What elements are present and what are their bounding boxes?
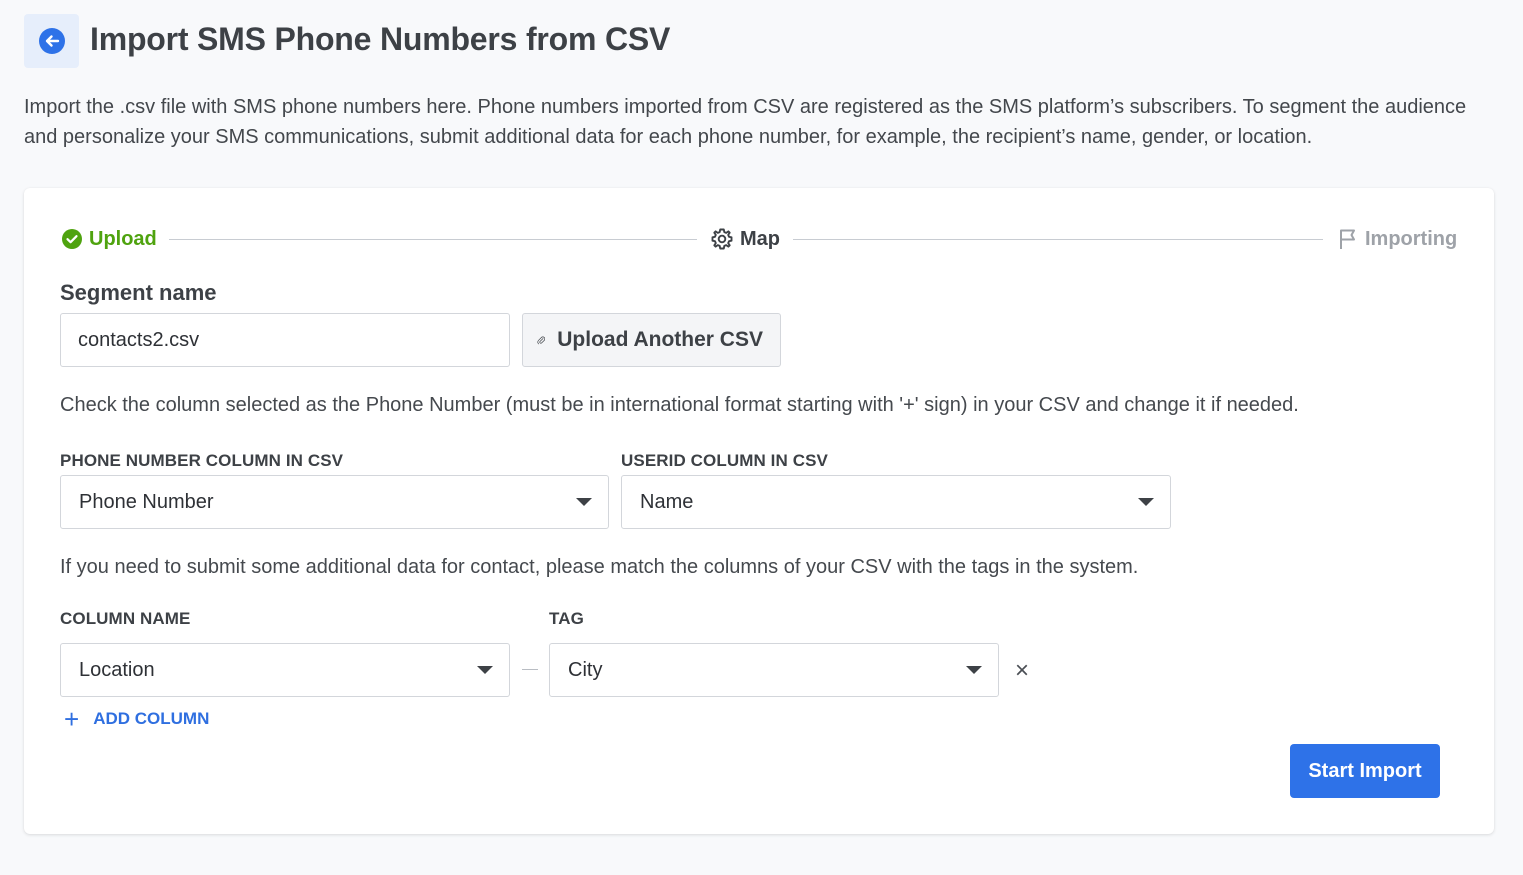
import-card: Upload Map Importing Segment name Upload… (24, 188, 1494, 834)
gear-icon (711, 228, 733, 250)
userid-column-label: USERID COLUMN IN CSV (621, 451, 828, 470)
select-value: Name (640, 490, 694, 513)
add-column-label: ADD COLUMN (93, 709, 210, 728)
start-import-button[interactable]: Start Import (1290, 744, 1440, 798)
flag-icon (1340, 229, 1355, 249)
select-value: Phone Number (79, 490, 214, 513)
tag-select[interactable]: City (549, 643, 999, 697)
segment-name-label: Segment name (60, 280, 217, 305)
step-upload: Upload (61, 226, 157, 252)
caret-down-icon (1138, 498, 1154, 506)
step-map: Map (710, 226, 780, 252)
step-connector (793, 239, 1323, 240)
caret-down-icon (477, 666, 493, 674)
caret-down-icon (966, 666, 982, 674)
phone-column-hint: Check the column selected as the Phone N… (60, 394, 1299, 416)
tag-header: TAG (549, 609, 584, 628)
phone-column-select[interactable]: Phone Number (60, 475, 609, 529)
segment-name-input[interactable] (60, 313, 510, 367)
step-label: Importing (1365, 227, 1458, 250)
page-title: Import SMS Phone Numbers from CSV (90, 21, 671, 57)
plus-icon: + (64, 704, 80, 734)
paperclip-icon (537, 336, 546, 345)
upload-another-csv-button[interactable]: Upload Another CSV (522, 313, 781, 367)
step-connector (169, 239, 697, 240)
step-importing: Importing (1337, 226, 1457, 252)
userid-column-select[interactable]: Name (621, 475, 1171, 529)
select-value: Location (79, 658, 155, 681)
add-column-button[interactable]: + ADD COLUMN (64, 706, 209, 732)
step-label: Upload (89, 227, 157, 250)
additional-data-hint: If you need to submit some additional da… (60, 556, 1139, 578)
select-value: City (568, 658, 603, 681)
upload-button-label: Upload Another CSV (557, 328, 763, 351)
remove-mapping-icon[interactable]: × (1015, 659, 1029, 683)
arrow-left-icon (38, 28, 65, 54)
step-label: Map (740, 227, 780, 250)
check-circle-icon (62, 229, 82, 249)
back-button[interactable] (24, 14, 79, 68)
phone-column-label: PHONE NUMBER COLUMN IN CSV (60, 451, 344, 470)
page-description: Import the .csv file with SMS phone numb… (24, 96, 1467, 148)
mapping-separator (522, 669, 538, 670)
caret-down-icon (576, 498, 592, 506)
column-name-select[interactable]: Location (60, 643, 510, 697)
column-name-header: COLUMN NAME (60, 609, 191, 628)
